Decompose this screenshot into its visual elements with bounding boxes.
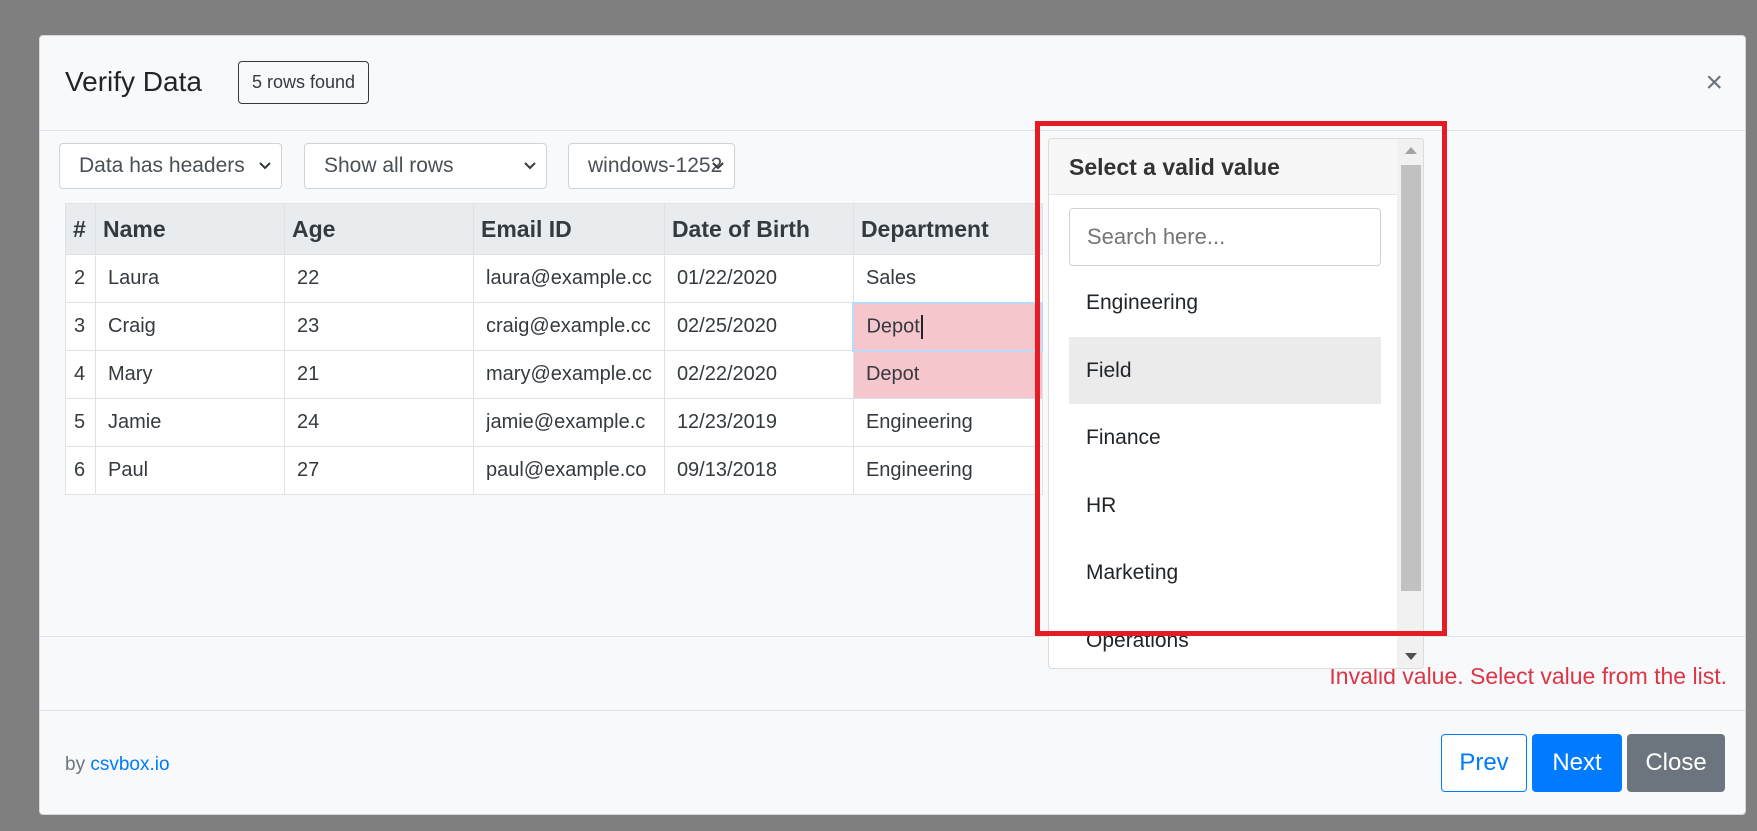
dob-cell[interactable]: 12/23/2019 [663, 398, 854, 447]
department-cell-value: Depot [866, 314, 920, 337]
data-table: # Name Age Email ID Date of Birth Depart… [65, 203, 1044, 495]
chevron-down-icon [259, 162, 271, 170]
encoding-select[interactable]: windows-1252 [568, 143, 735, 189]
column-header-email: Email ID [473, 203, 665, 255]
department-cell-invalid[interactable]: Depot [852, 350, 1043, 399]
headers-select-value: Data has headers [79, 154, 245, 177]
name-cell[interactable]: Mary [95, 350, 285, 399]
department-cell[interactable]: Engineering [852, 446, 1043, 495]
row-number-cell: 6 [65, 446, 96, 495]
table-row: 2 Laura 22 laura@example.cc 01/22/2020 S… [65, 254, 1043, 303]
dropdown-option-finance[interactable]: Finance [1069, 404, 1381, 472]
column-header-number: # [65, 203, 96, 255]
table-row: 3 Craig 23 craig@example.cc 02/25/2020 D… [65, 301, 1044, 352]
age-cell[interactable]: 23 [284, 302, 474, 351]
row-number-cell: 2 [65, 254, 96, 303]
email-cell[interactable]: craig@example.cc [473, 302, 665, 351]
department-cell-editing[interactable]: Depot [852, 301, 1044, 352]
row-number-cell: 3 [65, 302, 96, 351]
column-header-dob: Date of Birth [663, 203, 854, 255]
table-header-row: # Name Age Email ID Date of Birth Depart… [65, 203, 1043, 255]
powered-by: by csvbox.io [65, 754, 170, 776]
rows-found-badge: 5 rows found [238, 61, 370, 104]
valid-value-dropdown: Select a valid value Engineering Field F… [1048, 138, 1424, 669]
dropdown-option-field[interactable]: Field [1069, 336, 1381, 404]
email-cell-text: paul@example.co [486, 459, 647, 481]
dob-cell[interactable]: 02/25/2020 [663, 302, 854, 351]
dropdown-scrollbar[interactable] [1397, 139, 1423, 668]
next-button[interactable]: Next [1532, 734, 1622, 792]
dob-cell[interactable]: 09/13/2018 [663, 446, 854, 495]
email-cell-text: craig@example.cc [486, 315, 651, 337]
close-button[interactable]: Close [1627, 734, 1725, 792]
chevron-down-icon [712, 162, 724, 170]
dropdown-option-marketing[interactable]: Marketing [1069, 539, 1381, 607]
email-cell-text: jamie@example.c [486, 411, 646, 433]
table-row: 6 Paul 27 paul@example.co 09/13/2018 Eng… [65, 446, 1043, 495]
dropdown-option-operations[interactable]: Operations [1069, 607, 1381, 669]
chevron-down-icon [524, 162, 536, 170]
age-cell[interactable]: 21 [284, 350, 474, 399]
dropdown-option-hr[interactable]: HR [1069, 472, 1381, 540]
department-cell[interactable]: Sales [852, 254, 1043, 303]
name-cell[interactable]: Craig [95, 302, 285, 351]
column-header-name: Name [95, 203, 285, 255]
dropdown-header: Select a valid value [1049, 139, 1399, 195]
email-cell-text: mary@example.cc [486, 363, 652, 385]
rows-filter-select-value: Show all rows [324, 154, 454, 177]
encoding-select-value: windows-1252 [588, 154, 723, 177]
email-cell-text: laura@example.cc [486, 267, 652, 289]
close-icon[interactable]: × [1705, 68, 1723, 98]
dropdown-option-engineering[interactable]: Engineering [1069, 269, 1381, 337]
table-row: 5 Jamie 24 jamie@example.c 12/23/2019 En… [65, 398, 1043, 447]
dob-cell[interactable]: 02/22/2020 [663, 350, 854, 399]
age-cell[interactable]: 22 [284, 254, 474, 303]
name-cell[interactable]: Paul [95, 446, 285, 495]
scroll-up-arrow-icon[interactable] [1405, 147, 1417, 154]
dropdown-options-list: Engineering Field Finance HR Marketing O… [1069, 269, 1381, 669]
column-header-department: Department [852, 203, 1043, 255]
csvbox-link[interactable]: csvbox.io [90, 754, 169, 775]
dob-cell[interactable]: 01/22/2020 [663, 254, 854, 303]
table-row: 4 Mary 21 mary@example.cc 02/22/2020 Dep… [65, 350, 1043, 399]
email-cell[interactable]: paul@example.co [473, 446, 665, 495]
text-caret [920, 314, 923, 339]
headers-select[interactable]: Data has headers [59, 143, 282, 189]
scrollbar-thumb[interactable] [1401, 165, 1421, 591]
email-cell[interactable]: jamie@example.c [473, 398, 665, 447]
column-header-age: Age [284, 203, 474, 255]
dropdown-search-input[interactable] [1069, 208, 1381, 266]
row-number-cell: 4 [65, 350, 96, 399]
powered-by-prefix: by [65, 754, 86, 775]
age-cell[interactable]: 27 [284, 446, 474, 495]
name-cell[interactable]: Laura [95, 254, 285, 303]
prev-button[interactable]: Prev [1441, 734, 1527, 792]
name-cell[interactable]: Jamie [95, 398, 285, 447]
rows-filter-select[interactable]: Show all rows [304, 143, 547, 189]
email-cell[interactable]: mary@example.cc [473, 350, 665, 399]
row-number-cell: 5 [65, 398, 96, 447]
modal-title: Verify Data [65, 66, 202, 97]
verify-data-modal: Verify Data 5 rows found × Data has head… [39, 35, 1746, 815]
age-cell[interactable]: 24 [284, 398, 474, 447]
scroll-down-arrow-icon[interactable] [1405, 653, 1417, 660]
modal-header: Verify Data 5 rows found × [40, 36, 1745, 131]
department-cell[interactable]: Engineering [852, 398, 1043, 447]
email-cell[interactable]: laura@example.cc [473, 254, 665, 303]
